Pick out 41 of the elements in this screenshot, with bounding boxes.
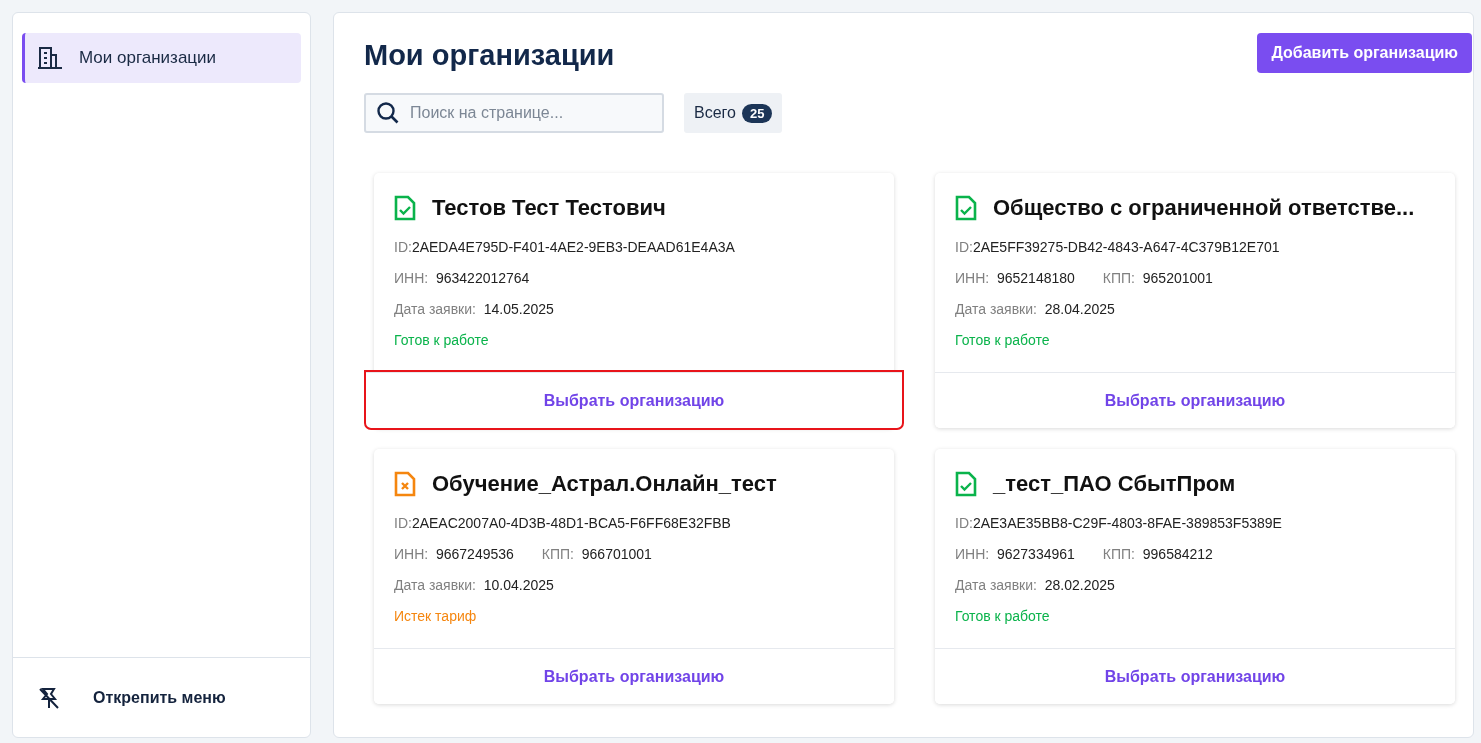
select-organization-button[interactable]: Выбрать организацию (366, 372, 902, 428)
total-label: Всего (694, 104, 736, 122)
status-text: Готов к работе (955, 606, 1051, 626)
inn-text: ИНН: 9652148180 (955, 269, 1075, 286)
kpp-text: КПП: 965201001 (1102, 269, 1213, 286)
request-date: Дата заявки: 10.04.2025 (394, 576, 554, 593)
select-organization-button[interactable]: Выбрать организацию (935, 372, 1455, 428)
add-organization-button[interactable]: Добавить организацию (1257, 33, 1472, 73)
status-text: Готов к работе (955, 330, 1051, 350)
select-organization-button[interactable]: Выбрать организацию (374, 648, 894, 704)
kpp-text: КПП: 996584212 (1102, 545, 1213, 562)
request-date: Дата заявки: 14.05.2025 (394, 300, 554, 317)
search-field[interactable]: Поиск на странице... (364, 93, 664, 133)
search-icon (376, 101, 400, 125)
organization-name: Тестов Тест Тестович (432, 195, 666, 221)
request-date: Дата заявки: 28.02.2025 (955, 576, 1115, 593)
organization-name: Обучение_Астрал.Онлайн_тест (432, 471, 777, 497)
unpin-menu-label[interactable]: Открепить меню (93, 688, 226, 707)
status-text: Готов к работе (394, 330, 490, 350)
document-check-icon (955, 471, 977, 497)
unpin-icon[interactable] (37, 685, 61, 710)
document-check-icon (955, 195, 977, 221)
kpp-text: КПП: 966701001 (541, 545, 652, 562)
document-check-icon (394, 195, 416, 221)
organization-name: Общество с ограниченной ответстве... (993, 195, 1415, 221)
organization-id: ID:2AE3AE35BB8-C29F-4803-8FAE-389853F5389E (955, 514, 1282, 531)
inn-text: ИНН: 9627334961 (955, 545, 1075, 562)
count-badge: 25 (741, 103, 773, 123)
organization-id: ID:2AEDA4E795D-F401-4AE2-9EB3-DEAAD61E4A3A (394, 238, 735, 255)
organization-id: ID:2AE5FF39275-DB42-4843-A647-4C379B12E701 (955, 238, 1280, 255)
sidebar-item[interactable]: Мои организации (22, 33, 301, 83)
document-cross-icon (394, 471, 416, 497)
inn-text: ИНН: 963422012764 (394, 269, 530, 286)
status-text: Истек тариф (394, 606, 478, 626)
organization-name: _тест_ПАО СбытПром (993, 471, 1236, 497)
request-date: Дата заявки: 28.04.2025 (955, 300, 1115, 317)
select-organization-button[interactable]: Выбрать организацию (935, 648, 1455, 704)
inn-text: ИНН: 9667249536 (394, 545, 514, 562)
building-icon (37, 46, 63, 70)
page-title: Мои организации (364, 39, 615, 72)
organization-id: ID:2AEAC2007A0-4D3B-48D1-BCA5-F6FF68E32FBB (394, 514, 731, 531)
